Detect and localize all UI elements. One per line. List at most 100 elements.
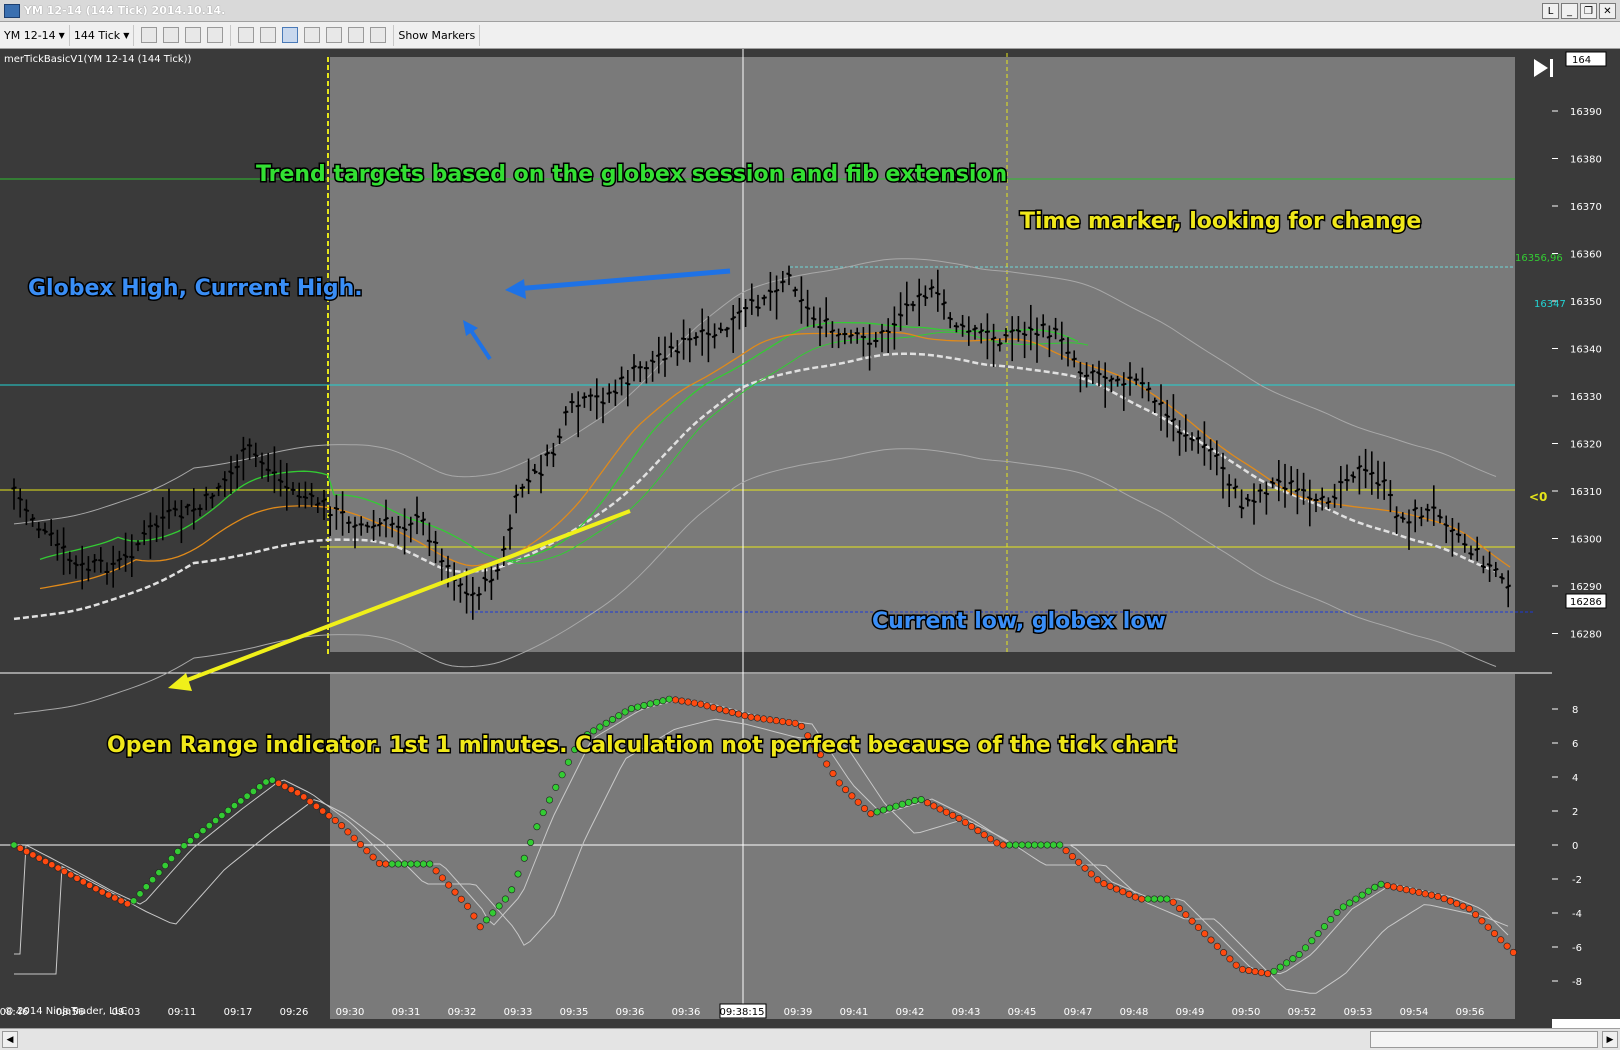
oscillator-dot [1352,895,1360,903]
oscillator-dot [961,818,969,826]
oscillator-dot [388,860,396,868]
price-bar-tick [494,568,501,572]
copy-icon[interactable] [348,27,365,43]
oscillator-dot [734,710,742,718]
price-bar-tick [705,332,712,336]
oscillator-dot [968,823,976,831]
price-bar-tick [984,330,991,334]
oscillator-dot [1075,858,1083,866]
oscillator-dot [520,854,528,862]
chart-canvas[interactable]: 16390 16380 16370 16360 16350 16340 16330 16320… [0,49,1620,1028]
oscillator-dot [615,712,623,720]
price-bar-tick [755,306,761,310]
price-bar-tick [1003,333,1009,337]
oscillator-dot [79,878,87,886]
time-tick-label: 09:39 [784,1007,813,1018]
price-bar-tick [333,506,340,511]
crosshair-icon[interactable] [238,27,255,43]
scroll-right-arrow-icon[interactable]: ▶ [1602,1031,1618,1048]
oscillator-dot [1333,908,1341,916]
price-bar-tick [395,525,402,529]
zoom-in-icon[interactable] [185,27,202,43]
instrument-selector[interactable]: YM 12-14 ▼ [0,24,70,46]
restore-button[interactable]: ❐ [1580,3,1597,19]
oscillator-dot [438,874,446,882]
oscillator-dot [224,806,232,814]
oscillator-dot [879,806,887,814]
price-bar-tick [364,524,371,528]
oscillator-dot [98,888,106,896]
oscillator-dot [249,787,257,795]
oscillator-dot [1226,955,1234,963]
oscillator-dot [10,841,18,849]
link-button[interactable]: L [1542,3,1559,19]
data-box-icon[interactable] [282,27,299,43]
oscillator-dot [501,895,509,903]
oscillator-dot [1068,852,1076,860]
oscillator-tick-label: 6 [1572,739,1578,750]
zoom-out-icon[interactable] [207,27,224,43]
oscillator-dot [275,779,283,787]
time-tick-label: 09:45 [1008,1007,1037,1018]
oscillator-tick-label: -4 [1572,909,1582,920]
oscillator-tick-label: 2 [1572,807,1578,818]
oscillator-dot [470,912,478,920]
oscillator-dot [86,881,94,889]
time-tick-label: 08:46 [0,1007,28,1018]
price-bar-tick [327,513,333,517]
close-button[interactable]: ✕ [1599,3,1616,19]
price-bar-tick [1195,436,1201,440]
strategies-icon[interactable] [326,27,343,43]
time-tick-label: 09:42 [896,1007,925,1018]
oscillator-dot [445,881,453,889]
oscillator-dot [482,916,490,924]
drawing-tool-icon[interactable] [163,27,180,43]
time-tick-label: 09:03 [112,1007,141,1018]
oscillator-dot [886,804,894,812]
interval-selector[interactable]: 144 Tick ▼ [70,24,135,46]
oscillator-dot [709,703,717,711]
chart-toolbar: YM 12-14 ▼ 144 Tick ▼ Show Markers [0,22,1620,49]
oscillator-dot [243,792,251,800]
price-bar-tick [860,335,867,339]
price-tick-label: 16350 [1570,297,1602,308]
oscillator-dot [16,844,24,852]
oscillator-dot [1131,893,1139,901]
price-bar-tick [817,326,823,329]
oscillator-dot [1194,923,1202,931]
oscillator-dot [1276,963,1284,971]
oscillator-dot [646,700,654,708]
oscillator-dot [1005,841,1013,849]
oscillator-dot [797,722,805,730]
bar-style-icon[interactable] [141,27,158,43]
oscillator-dot [854,798,862,806]
price-bar-tick [519,486,526,490]
price-bar-tick [1300,488,1307,492]
oscillator-dot [476,923,484,931]
show-markers-button[interactable]: Show Markers [394,24,481,46]
time-tick-label: 09:17 [224,1007,253,1018]
price-bar-tick [749,298,755,302]
oscillator-dot [262,778,270,786]
magnifier-icon[interactable] [260,27,277,43]
oscillator-dot [67,871,75,879]
indicators-icon[interactable] [304,27,321,43]
price-tick-label: 16320 [1570,440,1602,451]
price-bar-tick [1338,480,1344,484]
horizontal-scrollbar[interactable]: ◀ ▶ [0,1028,1620,1050]
oscillator-dot [41,857,49,865]
oscillator-dot [268,776,276,784]
oscillator-dot [1062,847,1070,855]
oscillator-dot [180,842,188,850]
oscillator-dot [867,810,875,818]
scroll-left-arrow-icon[interactable]: ◀ [2,1031,18,1048]
price-bar-tick [897,313,904,317]
properties-icon[interactable] [370,27,387,43]
minimize-button[interactable]: _ [1561,3,1578,19]
oscillator-dot [1402,886,1410,894]
indicator-label: merTickBasicV1(YM 12-14 (144 Tick)) [4,54,192,65]
oscillator-dot [319,807,327,815]
price-bar-tick [1462,542,1468,546]
price-tick-label: 16370 [1570,202,1602,213]
scrollbar-thumb[interactable] [1370,1031,1598,1048]
